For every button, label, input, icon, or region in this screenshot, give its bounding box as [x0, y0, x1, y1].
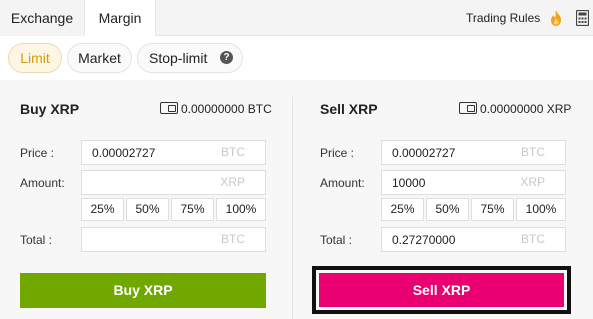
- trading-rules-link[interactable]: Trading Rules: [466, 0, 540, 36]
- stop-limit-label: Stop-limit: [149, 50, 208, 66]
- sell-amount-unit: XRP: [520, 175, 545, 189]
- help-icon[interactable]: ?: [220, 51, 233, 64]
- buy-percent-75-button[interactable]: 75%: [171, 198, 214, 221]
- buy-amount-input[interactable]: [82, 171, 212, 194]
- buy-amount-field: XRP: [81, 170, 266, 195]
- sell-button-focus-frame: Sell XRP: [312, 266, 571, 314]
- order-type-selector: Limit Market Stop-limit ?: [0, 36, 593, 80]
- buy-percent-25-button[interactable]: 25%: [81, 198, 124, 221]
- sell-total-input[interactable]: [382, 228, 512, 251]
- buy-total-field: BTC: [81, 227, 266, 252]
- fire-icon[interactable]: [548, 9, 564, 27]
- buy-percent-50-button[interactable]: 50%: [126, 198, 169, 221]
- sell-title: Sell XRP: [320, 101, 378, 117]
- order-type-limit[interactable]: Limit: [8, 43, 62, 73]
- buy-title: Buy XRP: [20, 101, 80, 117]
- order-type-stop-limit[interactable]: Stop-limit ?: [137, 43, 243, 73]
- sell-percent-100-button[interactable]: 100%: [516, 198, 566, 221]
- top-tab-bar: Exchange Margin Trading Rules: [0, 0, 593, 37]
- calculator-icon[interactable]: [576, 10, 589, 26]
- buy-amount-label: Amount:: [20, 176, 65, 190]
- sell-percent-25-button[interactable]: 25%: [381, 198, 424, 221]
- buy-form: Buy XRP 0.00000000 BTC Price : BTC Amoun…: [0, 80, 290, 319]
- sell-total-unit: BTC: [521, 232, 545, 246]
- buy-total-unit: BTC: [221, 232, 245, 246]
- sell-balance: 0.00000000 XRP: [459, 101, 571, 117]
- sell-price-unit: BTC: [521, 145, 545, 159]
- column-divider: [292, 97, 293, 319]
- buy-price-unit: BTC: [221, 145, 245, 159]
- sell-price-label: Price :: [320, 146, 355, 160]
- sell-button[interactable]: Sell XRP: [319, 273, 564, 307]
- wallet-icon: [160, 102, 178, 114]
- sell-percent-50-button[interactable]: 50%: [426, 198, 469, 221]
- sell-amount-field: XRP: [381, 170, 566, 195]
- sell-total-field: BTC: [381, 227, 566, 252]
- sell-price-input[interactable]: [382, 141, 512, 164]
- sell-total-label: Total :: [320, 233, 353, 247]
- order-type-market[interactable]: Market: [67, 43, 132, 73]
- tab-margin[interactable]: Margin: [84, 0, 156, 37]
- sell-balance-value: 0.00000000 XRP: [480, 102, 572, 116]
- sell-amount-label: Amount:: [320, 176, 365, 190]
- buy-balance-value: 0.00000000 BTC: [181, 102, 272, 116]
- sell-percent-75-button[interactable]: 75%: [471, 198, 514, 221]
- buy-balance: 0.00000000 BTC: [160, 101, 272, 117]
- sell-price-field: BTC: [381, 140, 566, 165]
- buy-total-input[interactable]: [82, 228, 212, 251]
- buy-price-label: Price :: [20, 146, 55, 160]
- sell-amount-input[interactable]: [382, 171, 512, 194]
- buy-percent-100-button[interactable]: 100%: [216, 198, 266, 221]
- tab-exchange[interactable]: Exchange: [0, 0, 84, 36]
- buy-amount-unit: XRP: [220, 175, 245, 189]
- buy-price-field: BTC: [81, 140, 266, 165]
- buy-total-label: Total :: [20, 233, 53, 247]
- buy-price-input[interactable]: [82, 141, 212, 164]
- buy-button[interactable]: Buy XRP: [20, 273, 266, 308]
- sell-form: Sell XRP 0.00000000 XRP Price : BTC Amou…: [300, 80, 590, 319]
- wallet-icon: [459, 102, 477, 114]
